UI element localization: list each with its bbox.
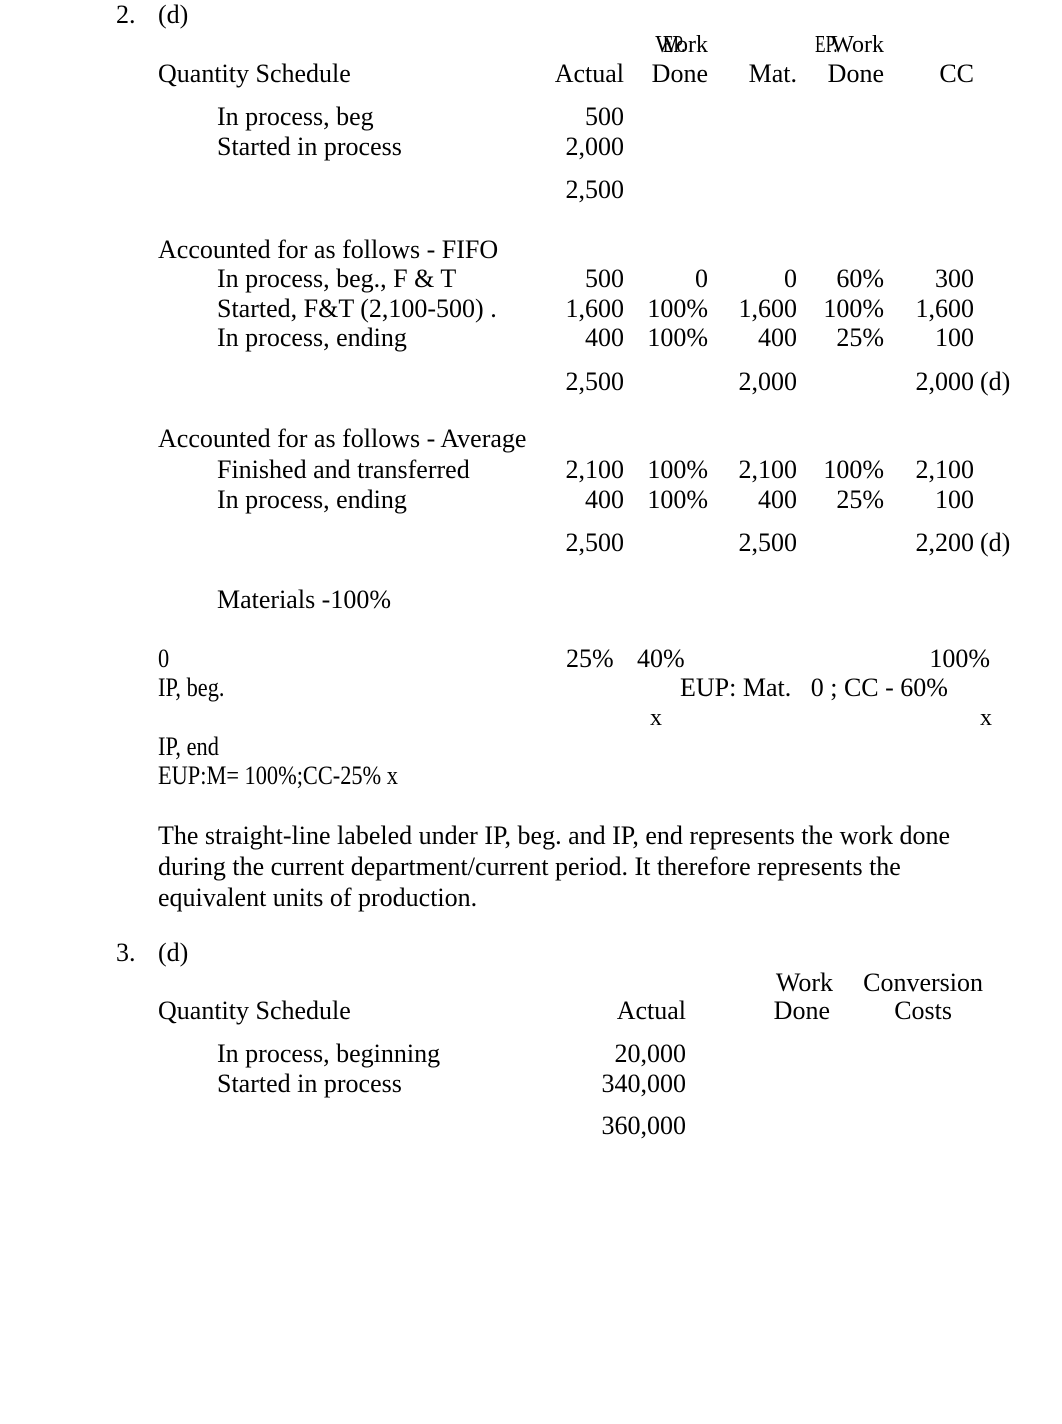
row-value-actual: 2,000 <box>565 132 625 161</box>
document-page: 2. (d) Work EP. Work EP. Quantity Schedu… <box>0 0 1062 1424</box>
intro-total-actual: 2,500 <box>565 175 625 204</box>
timeline-end-label: IP, end <box>158 732 219 761</box>
timeline-eup-beg: EUP: Mat. 0 ; CC - 60% <box>680 673 948 702</box>
table-cell-ep-cc: 100 <box>935 323 974 352</box>
col-header-ep-cc-top: EP. <box>815 32 838 58</box>
section-total-ep-cc: 2,200 <box>915 528 975 557</box>
section-total-ep-cc-suffix: (d) <box>980 367 1011 396</box>
section-total-ep-cc-suffix: (d) <box>980 528 1011 557</box>
section-heading-average: Accounted for as follows - Average <box>158 424 527 453</box>
intro-total-actual-3: 360,000 <box>601 1111 687 1140</box>
table-cell-ep-cc: 2,100 <box>915 455 975 484</box>
item-2-answer: (d) <box>158 0 189 29</box>
timeline-beg-label: IP, beg. <box>158 673 225 702</box>
item-number-3: 3. <box>116 938 136 967</box>
section-heading-fifo: Accounted for as follows - FIFO <box>158 235 499 264</box>
table-cell-ep-cc: 100 <box>935 485 974 514</box>
row-value-actual-3: 20,000 <box>614 1039 687 1068</box>
materials-note: Materials -100% <box>217 585 392 614</box>
item-number-2: 2. <box>116 0 136 29</box>
col-header-conversion-costs: Costs <box>894 996 952 1025</box>
col-header-ep-cc: CC <box>939 59 974 88</box>
section-total-ep-cc: 2,000 <box>915 367 975 396</box>
table-cell-ep-cc: 1,600 <box>915 294 975 323</box>
timeline-x-marker-left: x <box>650 705 662 731</box>
row-value-actual-3: 340,000 <box>601 1069 687 1098</box>
item-3-answer: (d) <box>158 938 189 967</box>
row-value-actual: 500 <box>585 102 624 131</box>
explanation-paragraph: The straight-line labeled under IP, beg.… <box>158 821 951 912</box>
timeline-eup-end: EUP:M= 100%;CC-25% x <box>158 761 398 790</box>
timeline-x-marker-right: x <box>980 705 992 731</box>
col-header-conversion-top: Conversion <box>863 968 983 997</box>
timeline-tick-100: 100% <box>929 644 990 673</box>
table-cell-ep-cc: 300 <box>935 264 974 293</box>
